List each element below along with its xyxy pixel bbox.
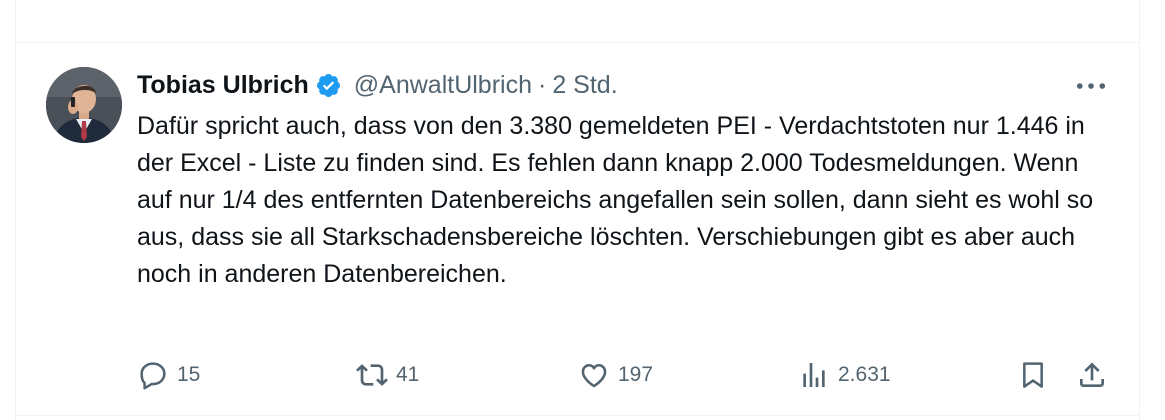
top-divider [15, 42, 1140, 43]
bottom-divider [15, 415, 1140, 416]
views-count: 2.631 [838, 363, 891, 386]
more-icon[interactable] [1075, 72, 1107, 100]
separator-dot: · [538, 71, 547, 99]
tweet-text: Dafür spricht auch, dass von den 3.380 g… [137, 112, 1094, 288]
bookmark-icon[interactable] [1017, 359, 1049, 391]
retweet-button[interactable]: 41 [356, 355, 419, 395]
action-bar: 15 41 197 2.631 [0, 355, 1165, 395]
like-count: 197 [618, 363, 654, 386]
retweet-count: 41 [396, 363, 420, 386]
views-button[interactable]: 2.631 [798, 355, 891, 395]
verified-badge-icon [315, 72, 342, 99]
author-handle[interactable]: @AnwaltUlbrich [354, 68, 532, 102]
heart-icon [578, 359, 610, 391]
author-name[interactable]: Tobias Ulbrich [137, 68, 309, 102]
retweet-icon [356, 359, 388, 391]
share-icon[interactable] [1076, 359, 1108, 391]
avatar[interactable] [46, 67, 122, 143]
avatar-photo [46, 67, 122, 143]
like-button[interactable]: 197 [578, 355, 653, 395]
reply-count: 15 [177, 363, 201, 386]
reply-icon [137, 359, 169, 391]
tweet-header: Tobias Ulbrich @AnwaltUlbrich · 2 Std. [137, 68, 618, 102]
views-icon [798, 359, 830, 391]
reply-button[interactable]: 15 [137, 355, 200, 395]
timestamp[interactable]: 2 Std. [552, 68, 617, 102]
